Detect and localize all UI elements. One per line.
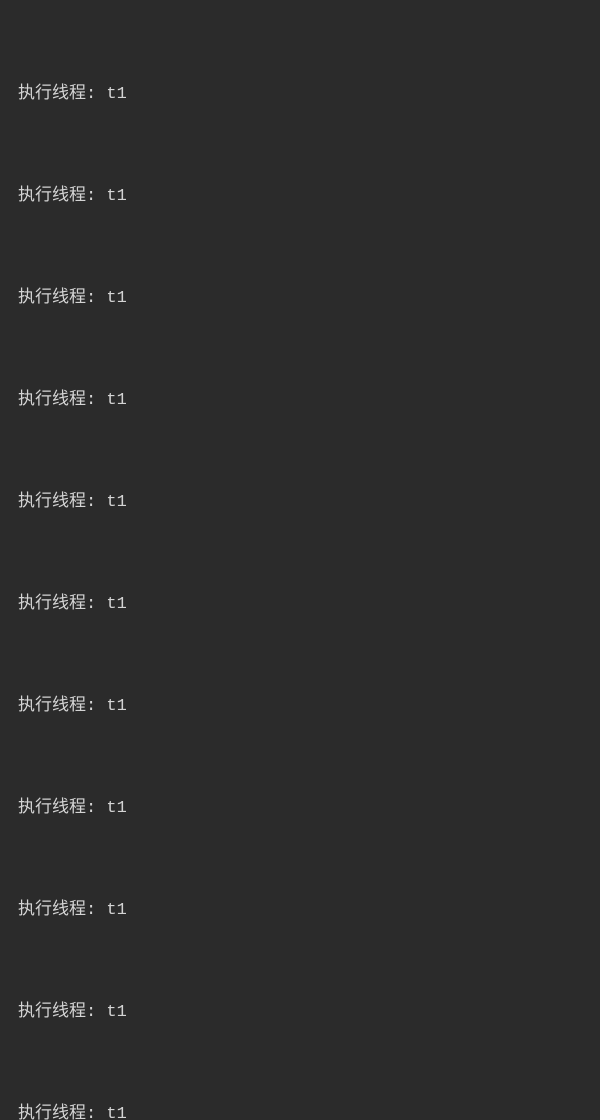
console-output: 执行线程: t1 执行线程: t1 执行线程: t1 执行线程: t1 执行线程… xyxy=(18,10,582,1120)
console-line: 执行线程: t1 xyxy=(18,1098,582,1120)
console-line: 执行线程: t1 xyxy=(18,384,582,418)
console-line: 执行线程: t1 xyxy=(18,78,582,112)
console-line: 执行线程: t1 xyxy=(18,180,582,214)
console-line: 执行线程: t1 xyxy=(18,996,582,1030)
console-line: 执行线程: t1 xyxy=(18,588,582,622)
console-line: 执行线程: t1 xyxy=(18,894,582,928)
console-line: 执行线程: t1 xyxy=(18,282,582,316)
console-line: 执行线程: t1 xyxy=(18,792,582,826)
console-line: 执行线程: t1 xyxy=(18,690,582,724)
console-line: 执行线程: t1 xyxy=(18,486,582,520)
